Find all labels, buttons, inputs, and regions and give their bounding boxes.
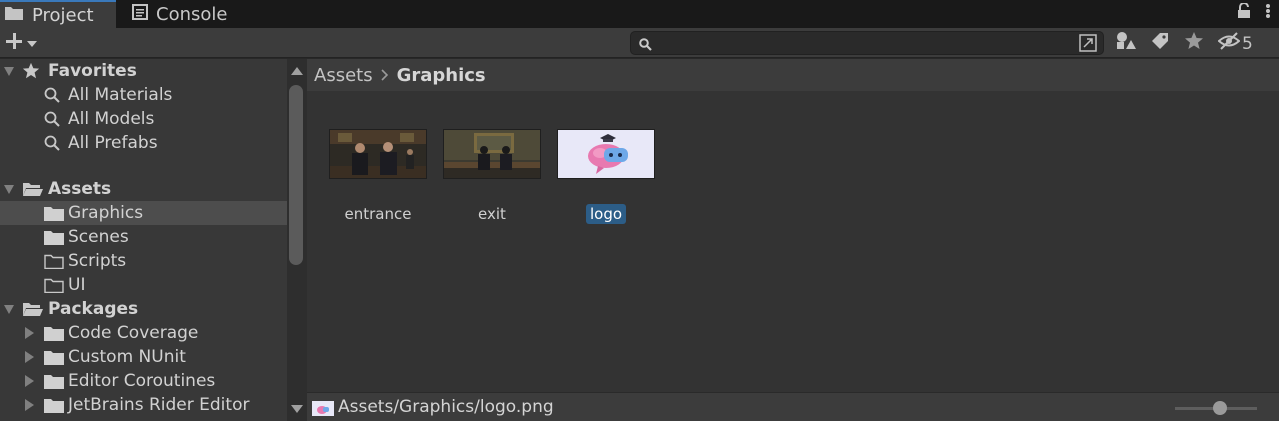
collapse-arrow-icon[interactable] (25, 375, 34, 387)
folder-icon (44, 350, 64, 370)
logo-thumbnail (557, 129, 655, 179)
folder-icon (4, 5, 24, 26)
search-by-label-icon[interactable] (1150, 31, 1170, 56)
tree-item-all-models[interactable]: All Models (0, 107, 287, 131)
project-tree: Favorites All Materials All Models All P… (0, 59, 287, 421)
folder-icon (44, 398, 64, 418)
expand-arrow-icon[interactable] (4, 305, 14, 314)
tab-bar: Project Console (0, 0, 1279, 28)
tab-console[interactable]: Console (128, 0, 248, 28)
breadcrumb: Assets Graphics (307, 59, 1279, 91)
collapse-arrow-icon[interactable] (25, 351, 34, 363)
logo-mini-icon (312, 401, 334, 416)
lock-icon[interactable] (1237, 2, 1251, 24)
chevron-right-icon (381, 65, 389, 86)
expand-arrow-icon[interactable] (4, 67, 14, 76)
tree-item-all-prefabs[interactable]: All Prefabs (0, 131, 287, 155)
search-by-type-icon[interactable] (1116, 31, 1136, 56)
scroll-down-arrow-icon[interactable] (291, 405, 303, 413)
tab-project-label: Project (32, 4, 94, 26)
eye-slash-icon (1217, 32, 1241, 55)
folder-icon (44, 326, 64, 346)
tree-packages[interactable]: Packages (0, 297, 287, 321)
tree-item-label: Scripts (68, 251, 127, 271)
tree-assets-label: Assets (48, 179, 112, 199)
tree-item-label: All Materials (68, 85, 173, 105)
hidden-count-label: 5 (1242, 33, 1253, 54)
tree-item-label: Code Coverage (68, 323, 199, 343)
folder-icon (44, 230, 64, 250)
search-icon (44, 87, 60, 108)
collapse-arrow-icon[interactable] (25, 399, 34, 411)
search-icon (44, 111, 60, 132)
breadcrumb-graphics[interactable]: Graphics (397, 65, 486, 86)
open-folder-icon (22, 301, 44, 322)
slider-knob[interactable] (1213, 401, 1227, 415)
folder-icon (44, 374, 64, 394)
tree-item-label: All Prefabs (68, 133, 158, 153)
search-icon (639, 36, 652, 56)
tree-item-label: Graphics (68, 203, 144, 223)
asset-item-logo[interactable]: logo (556, 129, 656, 224)
tree-item-all-materials[interactable]: All Materials (0, 83, 287, 107)
entrance-thumbnail (329, 129, 427, 179)
tree-item-jetbrains-rider-editor[interactable]: JetBrains Rider Editor (0, 393, 287, 417)
tree-item-custom-nunit[interactable]: Custom NUnit (0, 345, 287, 369)
asset-name: exit (478, 205, 506, 223)
scrollbar-thumb[interactable] (289, 85, 303, 265)
tree-packages-label: Packages (48, 299, 139, 319)
search-input[interactable] (630, 31, 1104, 55)
tree-item-label: UI (68, 275, 86, 295)
scroll-up-arrow-icon[interactable] (291, 67, 303, 75)
asset-name: entrance (344, 205, 412, 223)
kebab-menu-icon[interactable] (1265, 3, 1271, 24)
tree-item-label: Editor Coroutines (68, 371, 216, 391)
asset-browser: Assets Graphics entrance exit logo (307, 59, 1279, 392)
tree-item-code-coverage[interactable]: Code Coverage (0, 321, 287, 345)
plus-icon (4, 31, 24, 56)
open-search-window-icon[interactable] (1079, 34, 1097, 57)
tree-item-editor-coroutines[interactable]: Editor Coroutines (0, 369, 287, 393)
status-bar: Assets/Graphics/logo.png (307, 392, 1279, 421)
tree-item-graphics[interactable]: Graphics (0, 201, 287, 225)
favorites-star-icon[interactable] (1184, 31, 1204, 56)
asset-item-entrance[interactable]: entrance (328, 129, 428, 224)
collapse-arrow-icon[interactable] (25, 327, 34, 339)
tree-item-label: All Models (68, 109, 155, 129)
tree-item-ui[interactable]: UI (0, 273, 287, 297)
create-button[interactable] (4, 32, 44, 54)
breadcrumb-assets[interactable]: Assets (314, 65, 373, 86)
tree-scrollbar[interactable] (287, 59, 307, 421)
tree-item-label: Scenes (68, 227, 129, 247)
asset-name: logo (585, 204, 627, 224)
star-icon (22, 62, 40, 85)
expand-arrow-icon[interactable] (4, 185, 14, 194)
chevron-down-icon (27, 33, 37, 53)
tree-favorites[interactable]: Favorites (0, 59, 287, 83)
thumbnail-size-slider[interactable] (1175, 401, 1257, 415)
tree-item-label: Custom NUnit (68, 347, 186, 367)
open-folder-icon (22, 181, 44, 202)
tab-console-label: Console (156, 3, 228, 25)
tree-assets[interactable]: Assets (0, 177, 287, 201)
tab-project[interactable]: Project (0, 0, 116, 28)
console-icon (132, 3, 148, 25)
selected-asset-path: Assets/Graphics/logo.png (338, 397, 554, 417)
empty-folder-icon (44, 254, 64, 274)
tree-item-label: JetBrains Rider Editor (68, 395, 250, 415)
folder-icon (44, 206, 64, 226)
asset-item-exit[interactable]: exit (442, 129, 542, 224)
empty-folder-icon (44, 278, 64, 298)
tree-item-scripts[interactable]: Scripts (0, 249, 287, 273)
tree-item-scenes[interactable]: Scenes (0, 225, 287, 249)
tree-favorites-label: Favorites (48, 61, 137, 81)
search-icon (44, 135, 60, 156)
project-toolbar: 5 (0, 28, 1279, 58)
hidden-packages-toggle[interactable]: 5 (1217, 32, 1253, 55)
exit-thumbnail (443, 129, 541, 179)
